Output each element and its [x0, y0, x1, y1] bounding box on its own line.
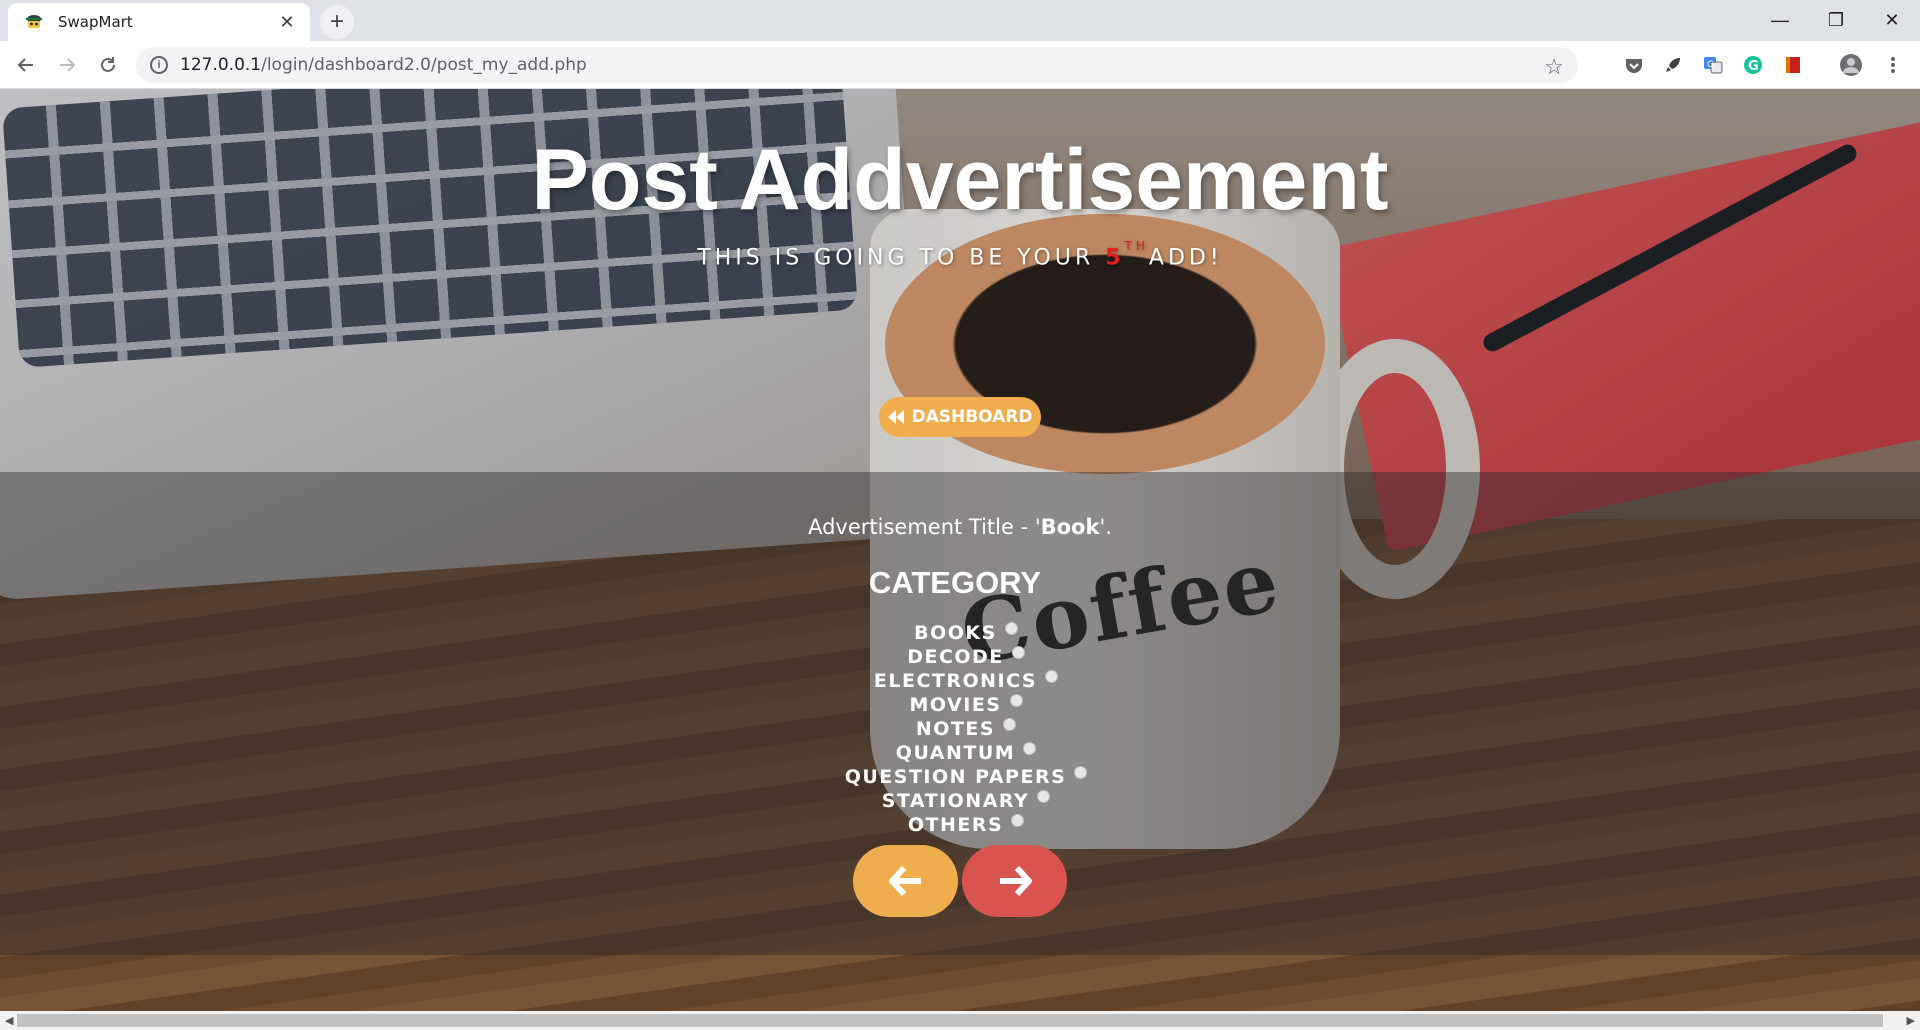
backward-icon [888, 410, 905, 424]
category-option[interactable]: NOTES [12, 717, 1920, 741]
advertisement-title: Advertisement Title - 'Book'. [808, 515, 1112, 539]
reload-icon[interactable] [92, 49, 124, 81]
window-controls: — ❐ ✕ [1752, 0, 1920, 41]
minimize-icon[interactable]: — [1752, 0, 1808, 41]
grammarly-extension-icon[interactable]: G [1741, 53, 1765, 77]
category-radio[interactable] [1037, 789, 1051, 803]
category-label: BOOKS [914, 622, 997, 644]
browser-tab[interactable]: SwapMart ✕ [8, 3, 310, 41]
ad-count: 5 [1105, 245, 1125, 271]
scroll-left-icon[interactable]: ◀ [5, 1014, 13, 1027]
browser-tab-strip: SwapMart ✕ + — ❐ ✕ [0, 0, 1920, 41]
category-label: ELECTRONICS [873, 670, 1038, 692]
category-label: OTHERS [907, 814, 1004, 836]
forward-icon[interactable] [51, 49, 83, 81]
category-label: NOTES [915, 718, 996, 740]
category-form-panel: Advertisement Title - 'Book'. CATEGORY B… [0, 472, 1920, 955]
scroll-right-icon[interactable]: ▶ [1907, 1014, 1915, 1027]
page-subtitle: This is going to be your 5thadd! [0, 239, 1920, 271]
svg-text:G: G [1707, 60, 1714, 70]
category-option[interactable]: QUANTUM [12, 741, 1920, 765]
category-radio[interactable] [1011, 645, 1025, 659]
close-window-icon[interactable]: ✕ [1864, 0, 1920, 41]
close-tab-icon[interactable]: ✕ [276, 11, 298, 33]
site-info-icon[interactable]: i [150, 56, 168, 74]
category-radio[interactable] [1003, 717, 1017, 731]
category-option[interactable]: ELECTRONICS [12, 669, 1920, 693]
url-host: 127.0.0.1 [180, 55, 262, 75]
category-radio[interactable] [1011, 813, 1025, 827]
new-tab-button[interactable]: + [320, 5, 354, 39]
category-label: MOVIES [909, 694, 1002, 716]
category-radio[interactable] [1009, 693, 1023, 707]
category-radio[interactable] [1004, 621, 1018, 635]
category-radio[interactable] [1074, 765, 1088, 779]
page-content: Coffee Post Addvertisement This is going… [0, 89, 1920, 1011]
tab-title: SwapMart [58, 13, 133, 31]
category-label: QUANTUM [895, 742, 1016, 764]
category-label: DECODE [907, 646, 1004, 668]
category-heading: CATEGORY [868, 565, 1042, 600]
category-option[interactable]: STATIONARY [12, 789, 1920, 813]
scrollbar-thumb[interactable] [17, 1014, 1883, 1027]
dashboard-label: DASHBOARD [911, 407, 1033, 427]
dashboard-button[interactable]: DASHBOARD [879, 397, 1041, 437]
category-option[interactable]: BOOKS [12, 621, 1920, 645]
category-radio[interactable] [1045, 669, 1059, 683]
category-label: QUESTION PAPERS [844, 766, 1067, 788]
profile-avatar-icon[interactable] [1839, 53, 1863, 77]
ad-count-suffix: th [1124, 239, 1149, 253]
arrow-right-icon [999, 866, 1032, 896]
category-label: STATIONARY [881, 790, 1030, 812]
bookmark-star-icon[interactable]: ☆ [1544, 54, 1564, 80]
category-option[interactable]: MOVIES [12, 693, 1920, 717]
address-bar[interactable]: i 127.0.0.1/login/dashboard2.0/post_my_a… [136, 47, 1578, 83]
page-title: Post Addvertisement [531, 132, 1389, 228]
category-radio[interactable] [1023, 741, 1037, 755]
back-icon[interactable] [10, 49, 42, 81]
horizontal-scrollbar[interactable]: ◀ ▶ [0, 1011, 1920, 1030]
red-extension-icon[interactable] [1781, 53, 1805, 77]
next-button[interactable] [962, 845, 1067, 917]
subtitle-text: This is going to be your [697, 245, 1106, 271]
menu-kebab-icon[interactable] [1881, 53, 1905, 77]
rocket-extension-icon[interactable] [1661, 53, 1685, 77]
arrow-left-icon [888, 866, 921, 896]
browser-toolbar: i 127.0.0.1/login/dashboard2.0/post_my_a… [0, 41, 1920, 89]
ad-title-value: Book [1040, 515, 1100, 539]
category-option[interactable]: DECODE [12, 645, 1920, 669]
category-option[interactable]: QUESTION PAPERS [12, 765, 1920, 789]
translate-extension-icon[interactable]: G [1701, 53, 1725, 77]
subtitle-end: add! [1148, 245, 1223, 271]
url-path: /login/dashboard2.0/post_my_add.php [261, 55, 587, 75]
category-option[interactable]: OTHERS [12, 813, 1920, 837]
svg-text:G: G [1748, 59, 1759, 74]
pocket-extension-icon[interactable] [1622, 53, 1646, 77]
previous-button[interactable] [853, 845, 958, 917]
restore-icon[interactable]: ❐ [1808, 0, 1864, 41]
category-radio-list: BOOKS DECODE ELECTRONICS MOVIES NOTES QU… [0, 621, 1920, 837]
swapmart-favicon-icon [26, 15, 42, 28]
